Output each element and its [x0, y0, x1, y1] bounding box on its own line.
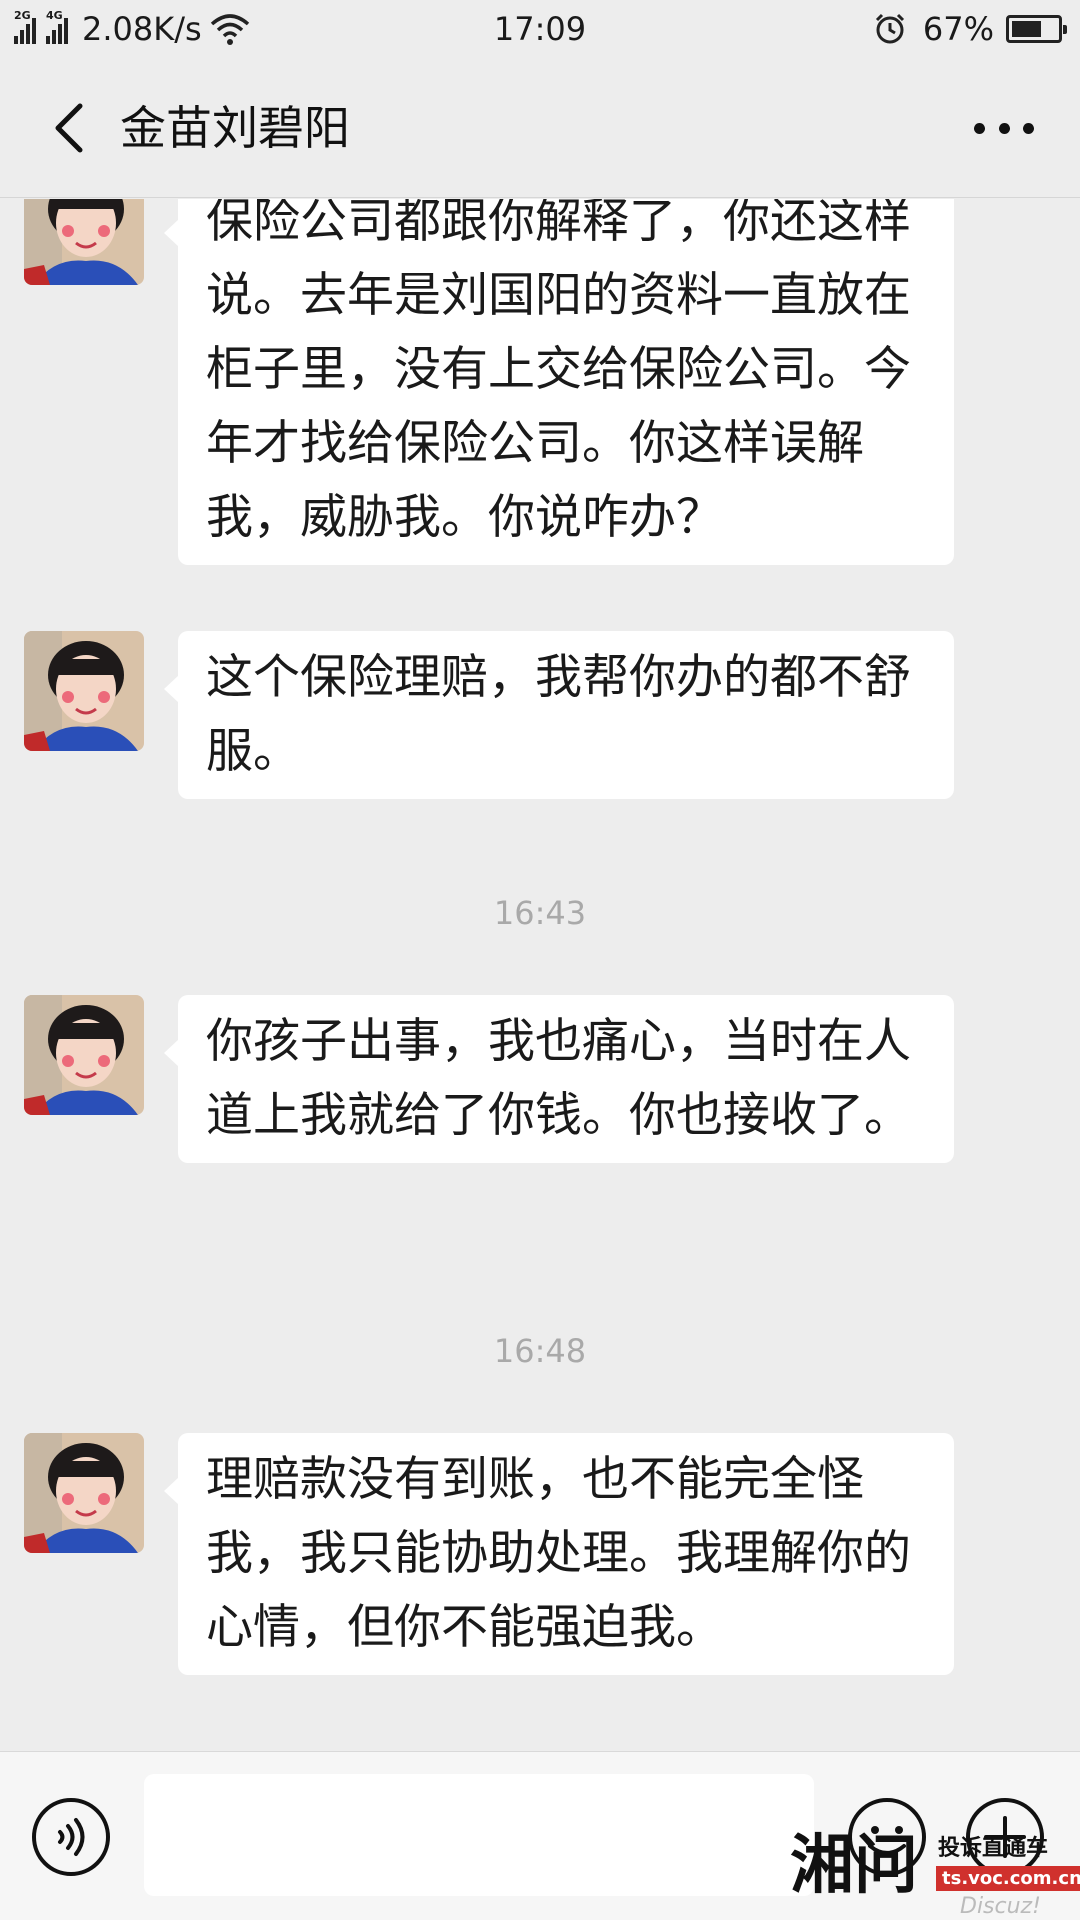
watermark-tagline: 投诉直通车	[938, 1836, 1049, 1861]
chat-title: 金苗刘碧阳	[120, 101, 350, 155]
message-input[interactable]	[144, 1774, 814, 1896]
back-arrow-icon[interactable]	[42, 98, 102, 158]
message-text: 这个保险理赔，我帮你办的都不舒服。	[206, 650, 911, 779]
chat-header: 金苗刘碧阳	[0, 58, 1080, 198]
more-dots-icon[interactable]	[964, 106, 1044, 150]
watermark-discuz: Discuz!	[960, 1894, 1041, 1919]
timestamp: 16:43	[493, 894, 587, 932]
watermark-url: ts.voc.com.cn	[936, 1866, 1080, 1891]
status-right: 67%	[873, 8, 1067, 50]
battery-percent: 67%	[922, 10, 994, 48]
watermark-logo: 湘问	[790, 1828, 918, 1903]
message-text: 你孩子出事，我也痛心，当时在人道上我就给了你钱。你也接收了。	[206, 1014, 911, 1143]
avatar[interactable]	[24, 199, 144, 285]
avatar[interactable]	[24, 1433, 144, 1553]
watermark: 湘问 投诉直通车 ts.voc.com.cn Discuz!	[790, 1820, 1080, 1920]
message-bubble[interactable]: 保险公司都跟你解释了，你还这样说。去年是刘国阳的资料一直放在柜子里，没有上交给保…	[164, 199, 954, 565]
message-bubble[interactable]: 你孩子出事，我也痛心，当时在人道上我就给了你钱。你也接收了。	[164, 995, 954, 1163]
battery-level	[1012, 21, 1042, 37]
avatar[interactable]	[24, 631, 144, 751]
timestamp: 16:48	[493, 1332, 587, 1370]
status-bar: 2G 4G 2.08K/s 17:09 67%	[0, 0, 1080, 58]
message-bubble[interactable]: 理赔款没有到账，也不能完全怪我，我只能协助处理。我理解你的心情，但你不能强迫我。	[164, 1433, 954, 1675]
voice-icon[interactable]	[30, 1796, 112, 1878]
avatar[interactable]	[24, 995, 144, 1115]
message-list[interactable]: 保险公司都跟你解释了，你还这样说。去年是刘国阳的资料一直放在柜子里，没有上交给保…	[0, 199, 1080, 1751]
message-text: 保险公司都跟你解释了，你还这样说。去年是刘国阳的资料一直放在柜子里，没有上交给保…	[206, 199, 911, 545]
message-text: 理赔款没有到账，也不能完全怪我，我只能协助处理。我理解你的心情，但你不能强迫我。	[206, 1452, 911, 1655]
message-bubble[interactable]: 这个保险理赔，我帮你办的都不舒服。	[164, 631, 954, 799]
alarm-icon	[875, 13, 904, 44]
battery-icon	[1006, 15, 1067, 43]
